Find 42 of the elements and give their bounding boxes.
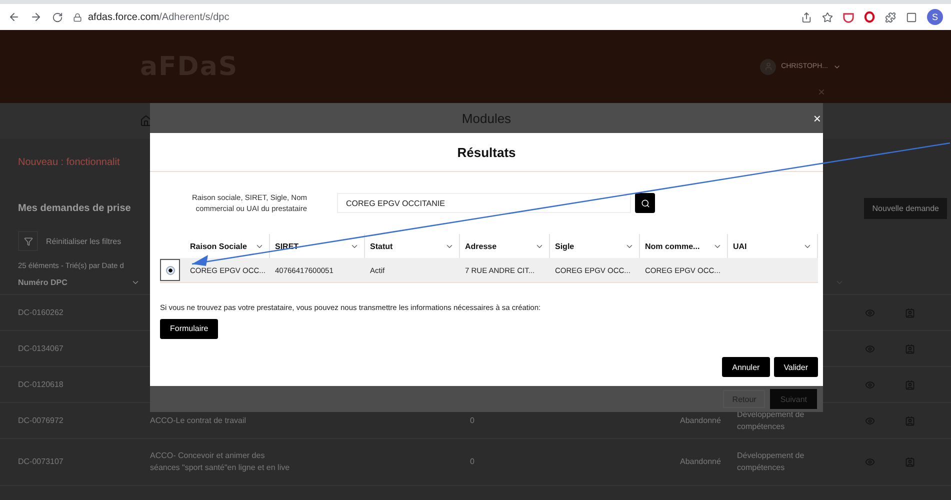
lock-icon (73, 12, 82, 22)
reset-filters-link[interactable]: Réinitialiser les filtres (46, 236, 122, 246)
forward-icon[interactable] (30, 11, 42, 23)
profile-avatar[interactable]: S (927, 9, 943, 25)
url-path[interactable]: /Adherent/s/dpc (159, 12, 230, 22)
sidebar-icon[interactable] (906, 12, 917, 22)
table-cell-text: DC-0120618 (18, 378, 64, 390)
table-cell-text: 0 (470, 456, 476, 468)
table-cell-text: Développement de compétences (737, 450, 806, 474)
confirm-button[interactable]: Valider (774, 357, 818, 377)
table-cell-text: Développement de compétences (737, 408, 806, 432)
page-title: Mes demandes de prise (18, 203, 131, 214)
dialog-title: Résultats (150, 133, 823, 172)
form-button[interactable]: Formulaire (160, 318, 218, 338)
ring-icon[interactable] (864, 11, 875, 23)
filter-icon[interactable] (18, 231, 38, 251)
back-icon[interactable] (8, 11, 20, 23)
search-icon[interactable] (640, 198, 650, 208)
table-cell-text: 0 (470, 414, 476, 426)
reload-icon[interactable] (52, 12, 63, 22)
new-request-button[interactable]: Nouvelle demande (864, 198, 947, 219)
table-cell-text: Abandonné (680, 456, 722, 468)
search-field[interactable]: COREG EPGV OCCITANIE (337, 193, 631, 213)
table-cell-text: DC-0073107 (18, 456, 64, 468)
banner-text: Nouveau : fonctionnalit (18, 157, 120, 168)
column-header[interactable]: Numéro DPC (18, 278, 150, 286)
share-icon[interactable] (801, 12, 812, 22)
table-cell-text: DC-0160262 (18, 306, 64, 318)
table-cell: ACCO- Concevoir et animer des séances "sport santé"en ligne et en live (150, 450, 290, 474)
search-button[interactable] (635, 193, 655, 213)
table-cell-text: DC-0134067 (18, 342, 64, 354)
table-cell-text: ACCO-Le contrat de travail (150, 414, 248, 426)
extensions-icon[interactable] (885, 12, 896, 22)
star-icon[interactable] (822, 12, 833, 22)
table-cell-text: DC-0076972 (18, 414, 64, 426)
radio-button[interactable] (160, 259, 180, 281)
close-button[interactable]: × (811, 111, 823, 126)
url-host[interactable]: afdas.force.com (88, 12, 160, 22)
table-cell-text: Abandonné (680, 414, 722, 426)
dialog-title: Modules (462, 110, 512, 126)
cancel-button[interactable]: Annuler (722, 357, 770, 377)
shield-icon[interactable] (843, 12, 854, 22)
